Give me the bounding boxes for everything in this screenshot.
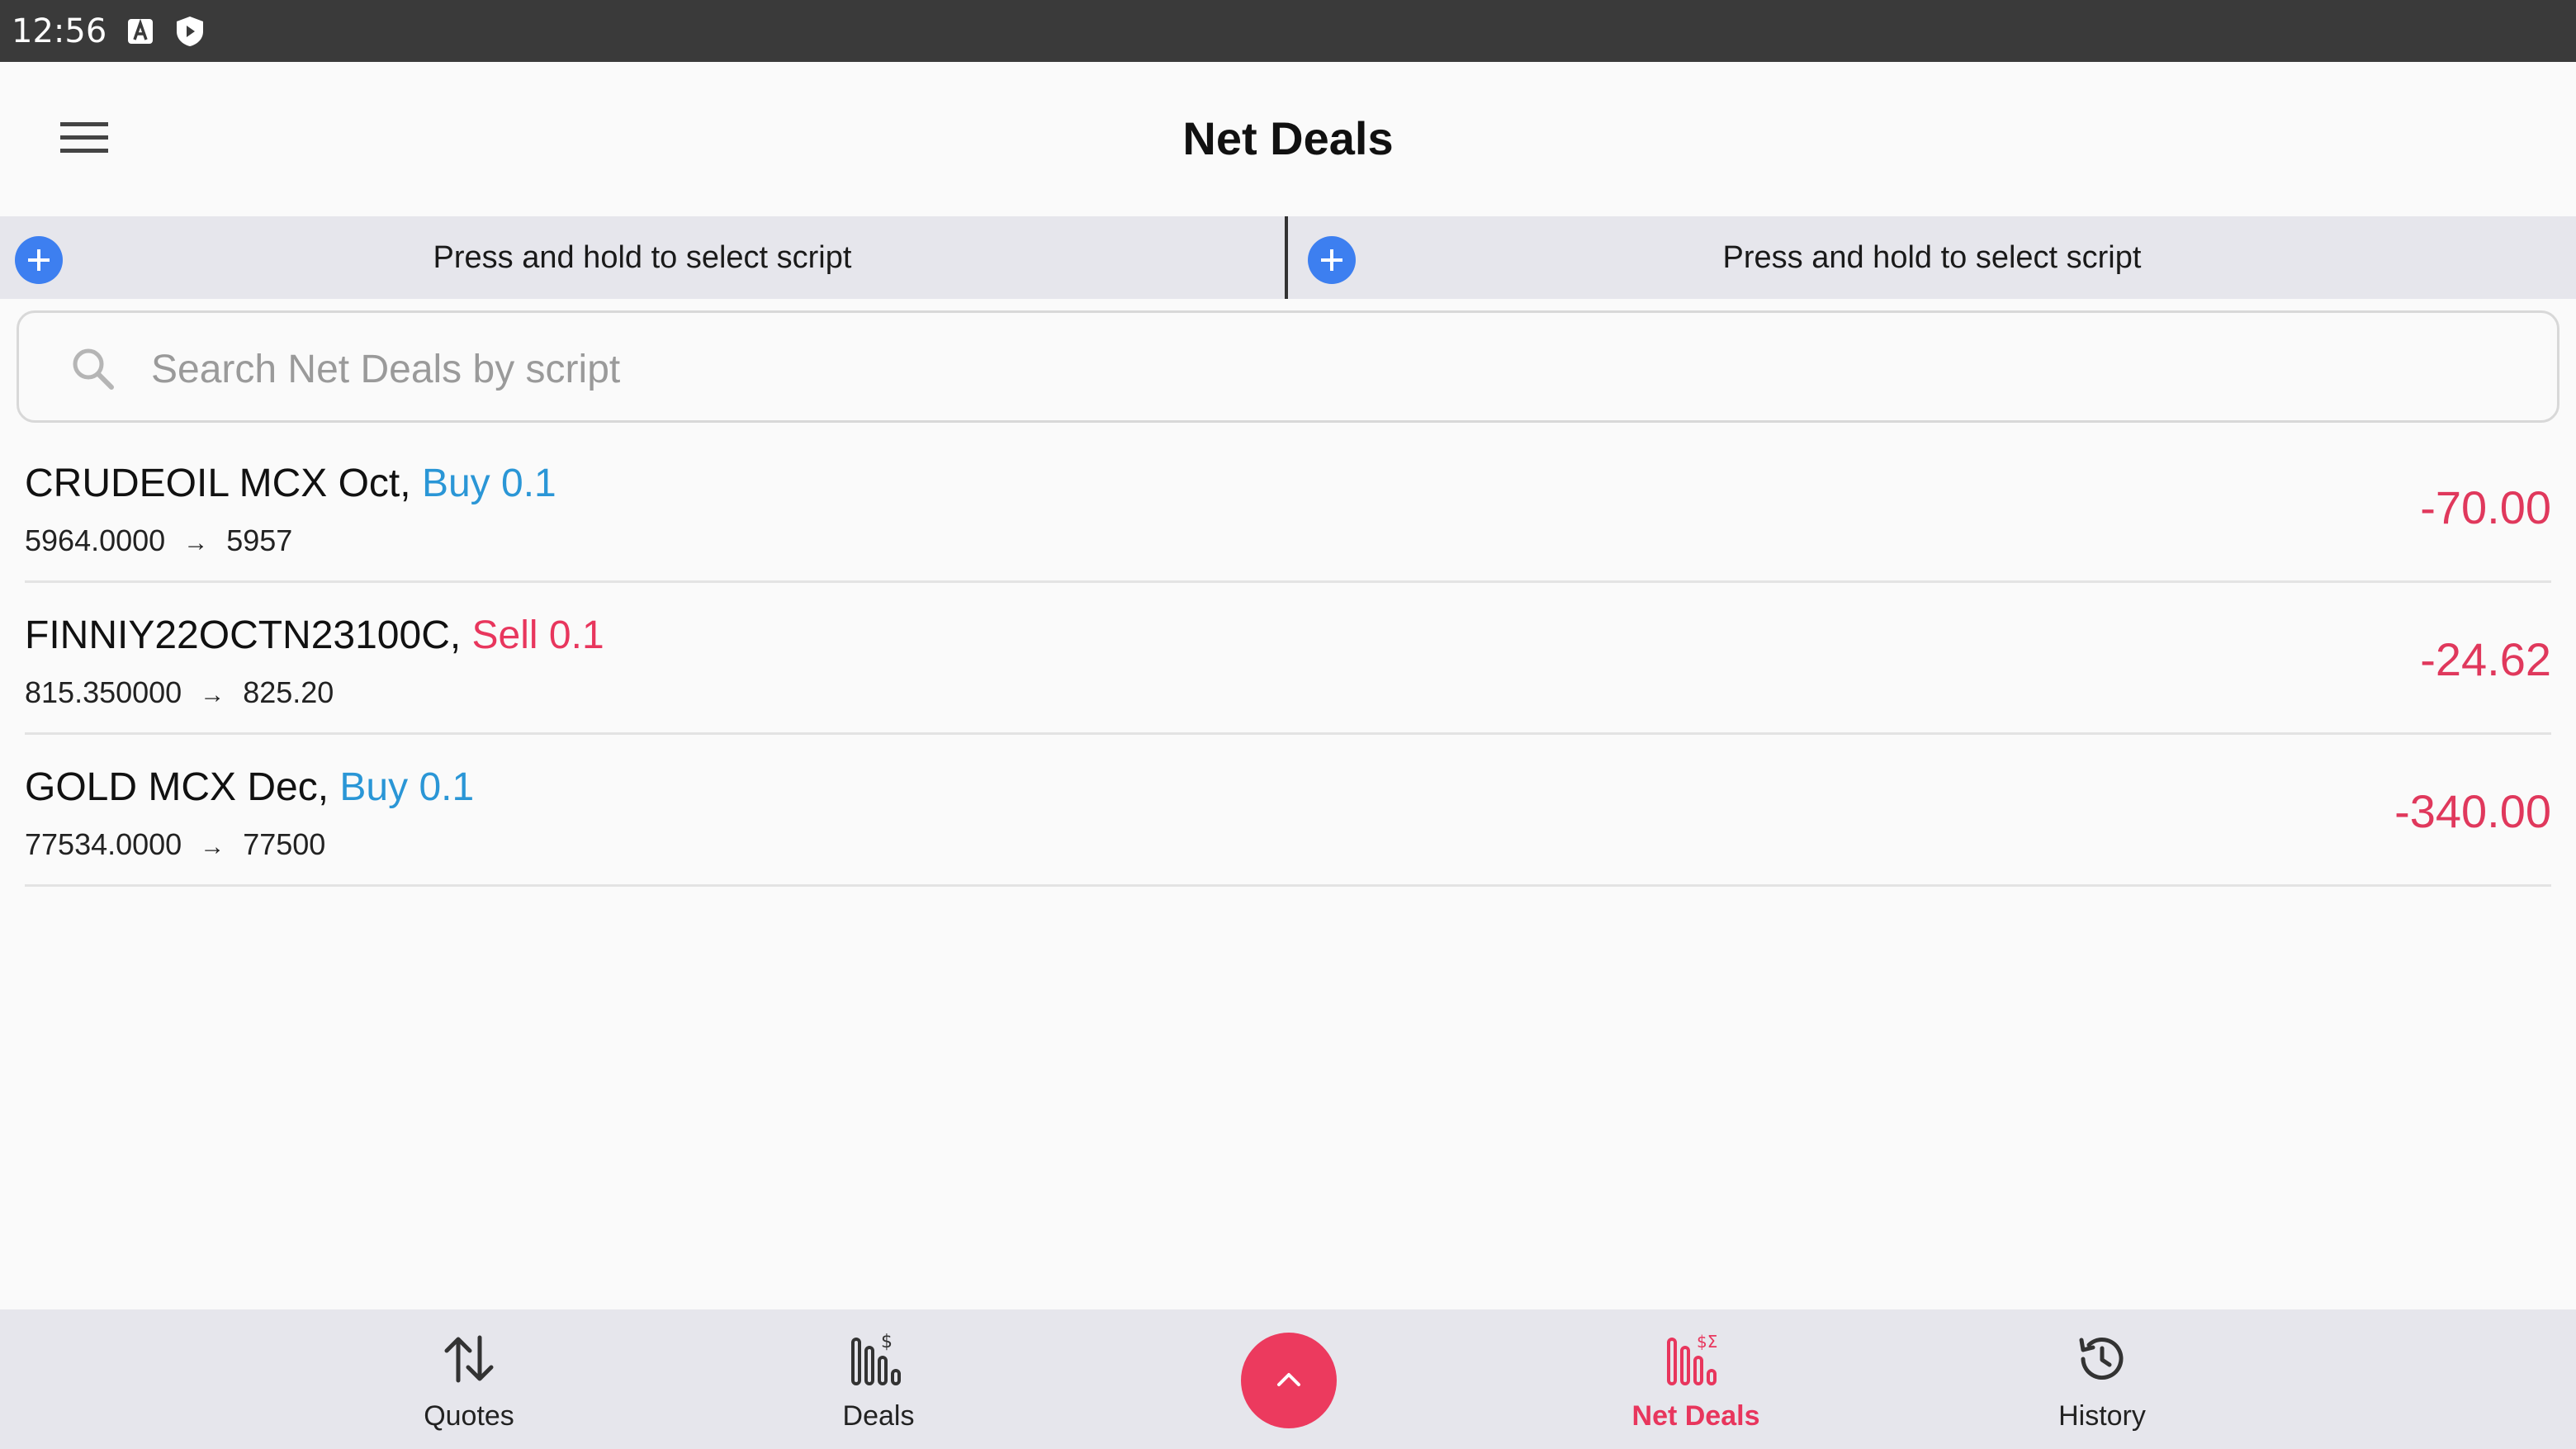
deal-pnl: -24.62 [2420, 633, 2551, 685]
deal-current-price: 77500 [243, 827, 326, 861]
deal-list: CRUDEOIL MCX Oct, Buy 0.1 5964.0000 → 5957… [25, 431, 2551, 887]
deal-pnl: -340.00 [2394, 785, 2551, 837]
deal-prices: 77534.0000 → 77500 [25, 827, 325, 862]
deal-open-price: 815.350000 [25, 675, 182, 709]
deal-prices: 815.350000 → 825.20 [25, 675, 334, 710]
svg-text:$: $ [881, 1332, 893, 1352]
status-bar: 12:56 [0, 0, 2576, 62]
chevron-up-icon [1272, 1368, 1305, 1394]
deal-row[interactable]: GOLD MCX Dec, Buy 0.1 77534.0000 → 77500 -… [25, 735, 2551, 887]
deal-row[interactable]: CRUDEOIL MCX Oct, Buy 0.1 5964.0000 → 5957… [25, 431, 2551, 583]
deals-chart-icon: $ [850, 1328, 907, 1390]
nav-item-history[interactable]: History [1995, 1309, 2209, 1449]
deal-row[interactable]: FINNIY22OCTN23100C, Sell 0.1 815.350000 →… [25, 583, 2551, 735]
deal-symbol: CRUDEOIL MCX Oct, [25, 462, 411, 505]
script-selector-strip: Press and hold to select script Press an… [0, 216, 2576, 299]
history-clock-icon [2075, 1328, 2129, 1390]
add-circle-icon[interactable] [15, 236, 63, 284]
nav-label: History [2058, 1400, 2146, 1432]
deal-open-price: 77534.0000 [25, 827, 182, 861]
hamburger-menu-icon[interactable] [50, 111, 119, 164]
deal-current-price: 825.20 [243, 675, 334, 709]
deal-side: Buy 0.1 [339, 765, 475, 809]
nav-label: Quotes [424, 1400, 514, 1432]
deal-title: GOLD MCX Dec, Buy 0.1 [25, 765, 474, 810]
deal-title: CRUDEOIL MCX Oct, Buy 0.1 [25, 461, 556, 506]
arrow-right-icon: → [200, 681, 225, 708]
deal-side: Buy 0.1 [421, 462, 556, 505]
script-selector-label: Press and hold to select script [433, 239, 852, 275]
search-input[interactable] [151, 336, 2512, 402]
search-icon [70, 346, 116, 396]
deal-side: Sell 0.1 [471, 613, 604, 657]
nav-item-deals[interactable]: $ Deals [771, 1309, 986, 1449]
arrow-right-icon: → [183, 529, 209, 556]
script-selector-right[interactable]: Press and hold to select script [1288, 216, 2576, 299]
shield-icon [174, 15, 206, 48]
deal-title: FINNIY22OCTN23100C, Sell 0.1 [25, 613, 604, 658]
status-time: 12:56 [12, 12, 107, 50]
deal-open-price: 5964.0000 [25, 523, 166, 557]
arrow-right-icon: → [200, 833, 225, 860]
nav-item-net-deals[interactable]: $Σ Net Deals [1589, 1309, 1803, 1449]
deal-current-price: 5957 [226, 523, 293, 557]
nav-label: Net Deals [1631, 1400, 1760, 1432]
page-title: Net Deals [1182, 112, 1394, 164]
keyboard-a-icon [126, 17, 154, 45]
add-circle-icon[interactable] [1308, 236, 1356, 284]
nav-item-quotes[interactable]: Quotes [362, 1309, 576, 1449]
expand-fab-button[interactable] [1241, 1333, 1337, 1428]
deal-pnl: -70.00 [2420, 481, 2551, 533]
deal-symbol: FINNIY22OCTN23100C, [25, 613, 462, 657]
search-box[interactable] [17, 310, 2559, 423]
script-selector-left[interactable]: Press and hold to select script [0, 216, 1288, 299]
deal-prices: 5964.0000 → 5957 [25, 523, 292, 558]
script-selector-label: Press and hold to select script [1722, 239, 2142, 275]
svg-text:$Σ: $Σ [1697, 1332, 1717, 1352]
nav-label: Deals [842, 1400, 915, 1432]
net-deals-chart-icon: $Σ [1665, 1328, 1726, 1390]
arrows-up-down-icon [440, 1328, 498, 1390]
deal-symbol: GOLD MCX Dec, [25, 765, 329, 809]
app-bar: Net Deals [0, 62, 2576, 215]
